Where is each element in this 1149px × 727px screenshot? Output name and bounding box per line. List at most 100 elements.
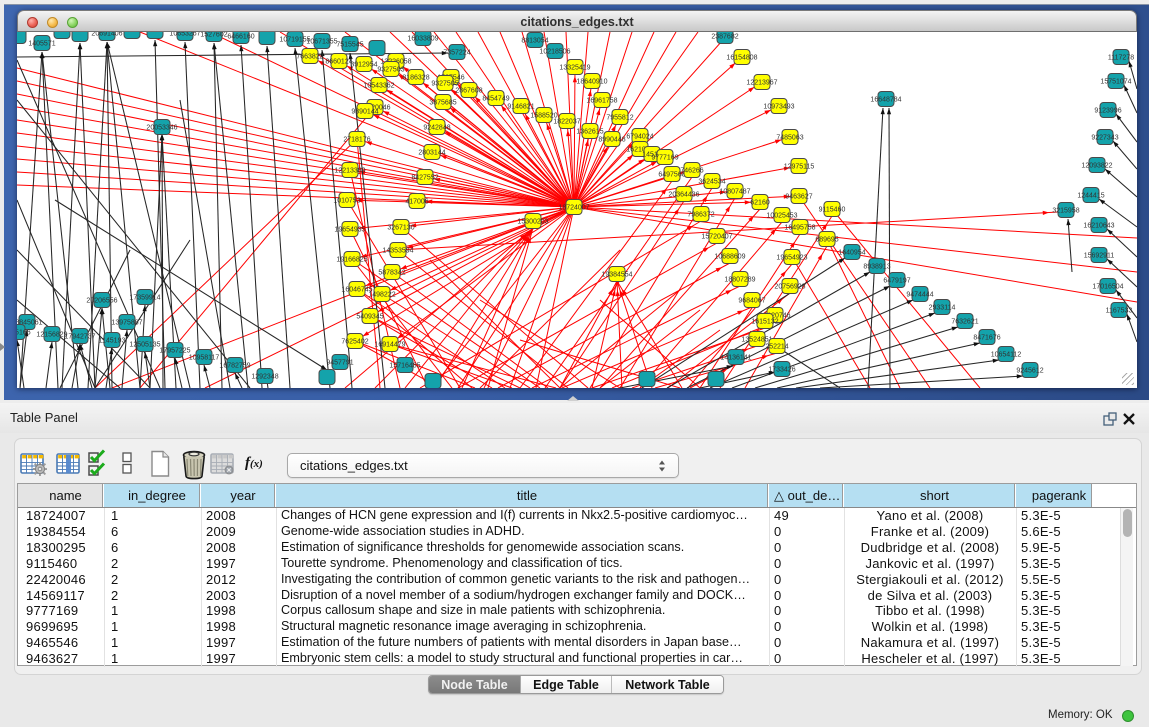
- svg-text:9242848: 9242848: [423, 125, 450, 132]
- svg-text:19654935: 19654935: [334, 227, 365, 234]
- svg-text:1362615: 1362615: [576, 129, 603, 136]
- svg-text:1615132: 1615132: [751, 319, 778, 326]
- svg-text:15300203: 15300203: [517, 219, 548, 226]
- svg-text:12093822: 12093822: [1081, 163, 1112, 170]
- svg-text:7357224: 7357224: [443, 50, 470, 57]
- svg-text:8471676: 8471676: [973, 335, 1000, 342]
- svg-text:18807289: 18807289: [724, 277, 755, 284]
- svg-text:689695: 689695: [815, 237, 838, 244]
- svg-text:62160: 62160: [750, 200, 770, 207]
- svg-text:6466160: 6466160: [227, 34, 254, 41]
- svg-text:8454749: 8454749: [482, 96, 509, 103]
- svg-text:9463627: 9463627: [785, 194, 812, 201]
- svg-text:9146821: 9146821: [507, 104, 534, 111]
- svg-text:2803144: 2803144: [418, 150, 445, 157]
- svg-text:17016504: 17016504: [1092, 284, 1123, 291]
- svg-text:2867608: 2867608: [455, 88, 482, 95]
- svg-text:5878342: 5878342: [378, 270, 405, 277]
- svg-text:9457791: 9457791: [326, 360, 353, 367]
- svg-text:7485063: 7485063: [776, 135, 803, 142]
- svg-text:1117278: 1117278: [1108, 55, 1134, 62]
- svg-text:1167533: 1167533: [1106, 308, 1133, 315]
- svg-text:3912954: 3912954: [350, 62, 377, 69]
- svg-text:12213369: 12213369: [334, 168, 365, 175]
- svg-text:5409345: 5409345: [356, 314, 383, 321]
- svg-text:18640910: 18640910: [576, 79, 607, 86]
- svg-text:1640954: 1640954: [838, 250, 865, 257]
- svg-text:9327503: 9327503: [377, 67, 404, 74]
- svg-text:10025453: 10025453: [766, 213, 797, 220]
- svg-text:20206556: 20206556: [86, 298, 117, 305]
- svg-text:19384554: 19384554: [601, 272, 632, 279]
- svg-text:14353594: 14353594: [382, 248, 413, 255]
- svg-text:9777169: 9777169: [651, 155, 678, 162]
- svg-text:7515545: 7515545: [336, 42, 363, 49]
- svg-text:1822037: 1822037: [553, 119, 580, 126]
- svg-text:9890144: 9890144: [351, 109, 378, 116]
- svg-text:2718176: 2718176: [343, 137, 370, 144]
- svg-text:417006: 417006: [405, 199, 428, 206]
- svg-text:6794024: 6794024: [626, 134, 653, 141]
- svg-text:13524851: 13524851: [741, 337, 772, 344]
- svg-text:12975115: 12975115: [784, 164, 815, 171]
- svg-text:19166825: 19166825: [336, 257, 367, 264]
- svg-text:8990448: 8990448: [598, 137, 625, 144]
- svg-text:8813054: 8813054: [521, 38, 548, 45]
- svg-text:13325419: 13325419: [559, 65, 590, 72]
- svg-text:10973493: 10973493: [763, 104, 794, 111]
- svg-text:9245612: 9245612: [1016, 368, 1043, 375]
- svg-text:6479197: 6479197: [883, 278, 910, 285]
- svg-text:252214: 252214: [765, 344, 788, 351]
- svg-text:16648784: 16648784: [870, 97, 901, 104]
- svg-text:12505135: 12505135: [129, 342, 160, 349]
- svg-text:2933114: 2933114: [929, 305, 956, 312]
- svg-text:12213967: 12213967: [746, 80, 777, 87]
- svg-text:3875685: 3875685: [429, 100, 456, 107]
- svg-text:16495758: 16495758: [784, 225, 815, 232]
- svg-text:1498222: 1498222: [368, 292, 395, 299]
- svg-text:20756928: 20756928: [774, 284, 805, 291]
- svg-text:17359914: 17359914: [129, 295, 160, 302]
- svg-text:3267130: 3267130: [387, 225, 414, 232]
- svg-text:14136141: 14136141: [720, 355, 751, 362]
- svg-text:8427552: 8427552: [411, 175, 438, 182]
- svg-text:16782759: 16782759: [219, 363, 250, 370]
- svg-text:7955812: 7955812: [606, 115, 633, 122]
- svg-text:19654923: 19654923: [776, 255, 807, 262]
- svg-text:7663822: 7663822: [296, 54, 323, 61]
- svg-text:17957225: 17957225: [159, 348, 190, 355]
- svg-text:3624534: 3624534: [698, 179, 725, 186]
- svg-text:16210643: 16210643: [1083, 223, 1114, 230]
- svg-text:16033809: 16033809: [407, 36, 438, 43]
- svg-text:12156829: 12156829: [36, 332, 67, 339]
- svg-text:1010753: 1010753: [333, 198, 360, 205]
- svg-text:10688609: 10688609: [714, 254, 745, 261]
- svg-text:15720407: 15720407: [701, 234, 732, 241]
- svg-text:1527602: 1527602: [200, 32, 227, 39]
- svg-text:20364436: 20364436: [668, 192, 699, 199]
- svg-text:1292348: 1292348: [251, 374, 278, 381]
- svg-text:10671355: 10671355: [306, 39, 337, 46]
- svg-text:13975887: 13975887: [111, 320, 142, 327]
- svg-text:2387682: 2387682: [711, 34, 738, 41]
- svg-text:17942737: 17942737: [64, 334, 95, 341]
- svg-text:16154808: 16154808: [726, 55, 757, 62]
- svg-text:3215958: 3215958: [1052, 208, 1079, 215]
- svg-text:10543362: 10543362: [363, 83, 394, 90]
- svg-text:1733426: 1733426: [768, 367, 795, 374]
- svg-text:16961758: 16961758: [586, 98, 617, 105]
- svg-text:9123996: 9123996: [1094, 108, 1121, 115]
- svg-text:7986372: 7986372: [687, 212, 714, 219]
- svg-text:9115460: 9115460: [819, 207, 846, 214]
- svg-text:18724007: 18724007: [558, 205, 589, 212]
- svg-text:8660124: 8660124: [325, 59, 352, 66]
- svg-text:15716485: 15716485: [389, 363, 420, 370]
- svg-text:10654112: 10654112: [991, 352, 1022, 359]
- svg-text:15751074: 15751074: [1100, 79, 1131, 86]
- svg-text:10653267: 10653267: [169, 32, 200, 38]
- svg-text:3915166: 3915166: [17, 330, 31, 337]
- svg-text:16914479: 16914479: [374, 342, 405, 349]
- svg-text:746266: 746266: [680, 168, 703, 175]
- svg-text:1405571: 1405571: [28, 41, 55, 48]
- svg-text:1145193: 1145193: [99, 338, 126, 345]
